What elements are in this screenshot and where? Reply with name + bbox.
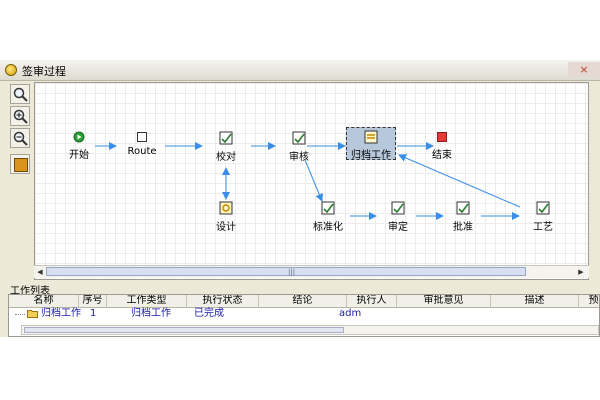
node-route[interactable]: Route: [119, 131, 165, 171]
zoom-icon: [13, 87, 28, 102]
node-approve[interactable]: 批准: [445, 201, 481, 241]
row-seq: 1: [90, 308, 97, 319]
color-button[interactable]: [10, 154, 30, 174]
node-proofread[interactable]: 校对: [206, 131, 246, 171]
task-icon: [536, 201, 550, 215]
app-icon: [5, 64, 17, 76]
route-icon: [137, 132, 147, 142]
table-header: 名称 序号 工作类型 执行状态 结论 执行人 审批意见 描述 预期: [9, 295, 600, 308]
color-picker-icon: [14, 158, 28, 172]
zoom-out-icon: [13, 131, 28, 146]
node-review[interactable]: 审核: [281, 131, 317, 171]
column-header[interactable]: 预期: [579, 295, 600, 307]
row-name: 归档工作: [41, 308, 81, 319]
node-design[interactable]: 设计: [208, 201, 244, 241]
node-label: 审核: [289, 152, 309, 163]
workflow-window: 签审过程 × 开始 Route 校对 审核 归档工作 结束 设计 标准化 审定 …: [0, 60, 600, 337]
work-list-table: 名称 序号 工作类型 执行状态 结论 执行人 审批意见 描述 预期 归档工作 1…: [8, 294, 600, 337]
scroll-left-icon[interactable]: ◀: [35, 267, 45, 277]
node-label: Route: [127, 146, 157, 157]
scrollbar-thumb[interactable]: [46, 267, 526, 276]
column-header[interactable]: 描述: [491, 295, 579, 307]
task-icon: [292, 131, 306, 145]
node-label: 设计: [216, 222, 236, 233]
column-header[interactable]: 执行人: [347, 295, 397, 307]
node-end[interactable]: 结束: [424, 131, 460, 171]
canvas-horizontal-scrollbar[interactable]: ◀ ||| ▶: [34, 265, 589, 278]
close-button[interactable]: ×: [568, 62, 600, 77]
start-icon: [73, 131, 85, 143]
node-label: 标准化: [313, 222, 343, 233]
zoom-out-button[interactable]: [10, 128, 30, 148]
column-header[interactable]: 名称: [9, 295, 79, 307]
node-standardize[interactable]: 标准化: [306, 201, 350, 241]
tree-connector: [15, 314, 25, 315]
end-icon: [437, 132, 447, 142]
task-icon: [456, 201, 470, 215]
node-label: 批准: [453, 222, 473, 233]
task-icon: [219, 131, 233, 145]
node-label: 归档工作: [351, 150, 391, 161]
column-header[interactable]: 工作类型: [107, 295, 187, 307]
zoom-in-button[interactable]: [10, 106, 30, 126]
folder-icon: [27, 310, 38, 318]
table-horizontal-scrollbar[interactable]: [21, 325, 599, 335]
scroll-right-icon[interactable]: ▶: [576, 267, 586, 277]
task-icon: [321, 201, 335, 215]
title-bar: 签审过程 ×: [0, 60, 600, 81]
row-executor: adm: [339, 308, 362, 319]
column-header[interactable]: 序号: [79, 295, 107, 307]
zoom-toolbar: [6, 80, 34, 280]
zoom-button[interactable]: [10, 84, 30, 104]
node-label: 结束: [432, 150, 452, 161]
node-examine[interactable]: 审定: [380, 201, 416, 241]
column-header[interactable]: 结论: [259, 295, 347, 307]
node-start[interactable]: 开始: [61, 131, 97, 171]
task-icon: [391, 201, 405, 215]
archive-icon: [364, 130, 378, 144]
node-label: 校对: [216, 152, 236, 163]
scrollbar-grip-icon: |||: [288, 268, 296, 276]
zoom-in-icon: [13, 109, 28, 124]
node-label: 审定: [388, 222, 408, 233]
row-type: 归档工作: [131, 308, 171, 319]
scrollbar-thumb[interactable]: [24, 327, 344, 333]
node-process[interactable]: 工艺: [525, 201, 561, 241]
column-header[interactable]: 执行状态: [187, 295, 259, 307]
column-header[interactable]: 审批意见: [397, 295, 491, 307]
node-label: 工艺: [533, 222, 553, 233]
row-status: 已完成: [194, 308, 224, 319]
design-icon: [219, 201, 233, 215]
window-title: 签审过程: [22, 65, 66, 78]
node-label: 开始: [69, 150, 89, 161]
workflow-canvas[interactable]: 开始 Route 校对 审核 归档工作 结束 设计 标准化 审定 批准 工艺: [34, 82, 589, 280]
node-archive[interactable]: 归档工作: [346, 127, 396, 161]
table-row[interactable]: 归档工作 1 归档工作 已完成 adm: [9, 308, 599, 320]
workflow-edges: [95, 142, 521, 220]
